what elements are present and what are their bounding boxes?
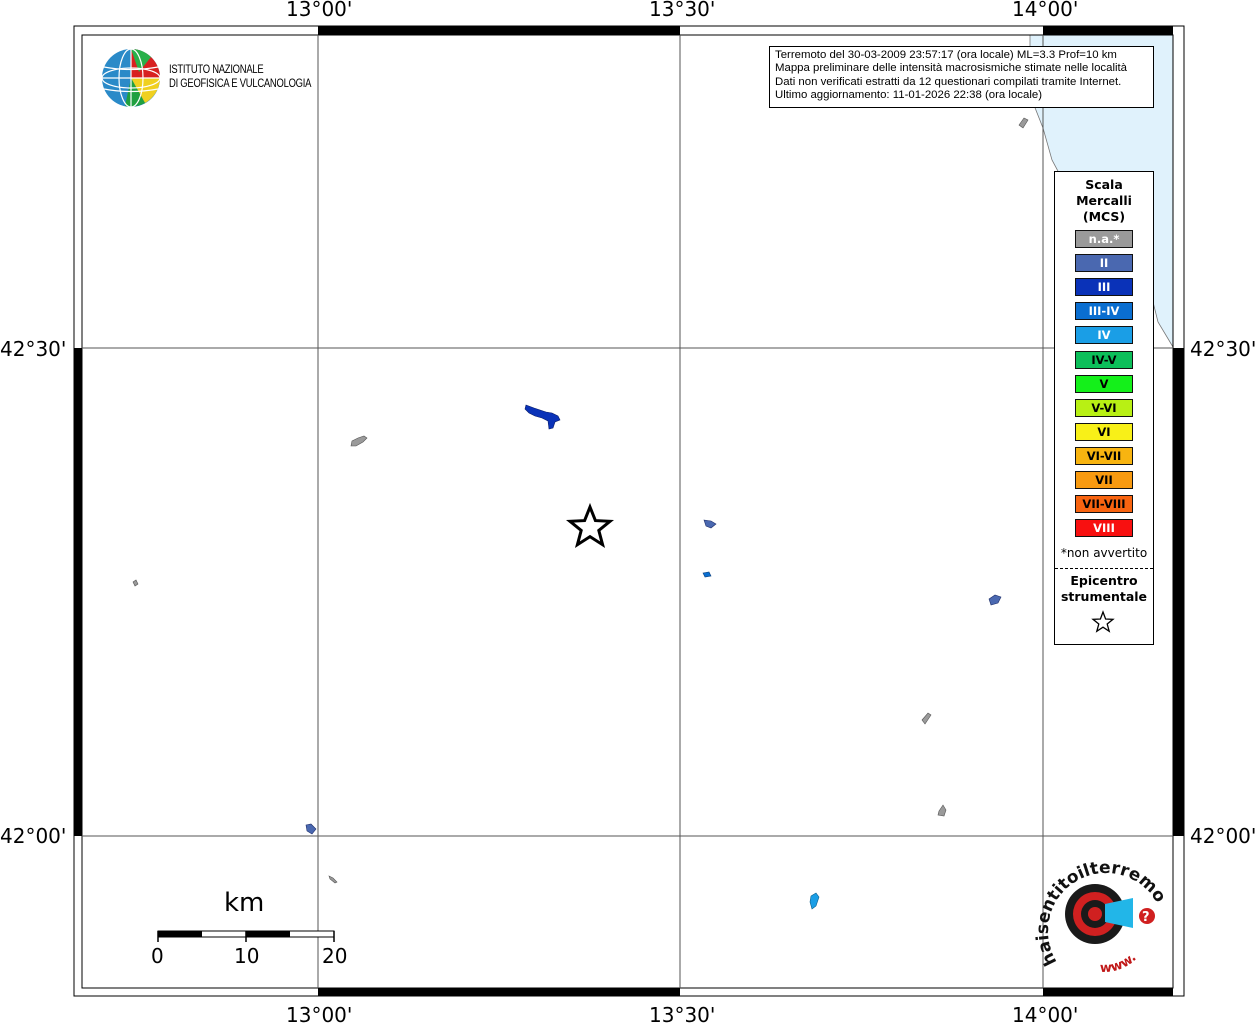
legend-title-line1: Scala (1085, 177, 1123, 192)
map-inner-border (81, 34, 1174, 989)
legend-epicenter-line1: Epicentro (1070, 573, 1138, 588)
frame-segment-bottom-2 (1043, 988, 1173, 996)
scale-bar-tick-10: 10 (234, 944, 260, 968)
event-info-line1: Terremoto del 30-03-2009 23:57:17 (ora l… (775, 49, 1117, 61)
frame-segment-top-2 (1043, 26, 1173, 35)
locality-area[interactable] (305, 823, 317, 835)
locality-area[interactable] (524, 404, 561, 430)
locality-area[interactable] (988, 594, 1002, 606)
scale-bar-tick-20: 20 (322, 944, 348, 968)
watermark-www: www. (1100, 950, 1140, 976)
legend-swatch: V (1075, 374, 1133, 393)
lat-label-left-4200: 42°00' (0, 824, 67, 848)
lat-label-left-4230: 42°30' (0, 337, 67, 361)
legend-swatch: VIII (1075, 519, 1133, 538)
legend-swatch: IV (1075, 326, 1133, 345)
scale-bar-title: km (224, 888, 265, 918)
lat-label-right-4200: 42°00' (1190, 824, 1256, 848)
legend-epicenter-label: Epicentro strumentale (1055, 573, 1153, 605)
scale-bar (157, 930, 335, 942)
lat-label-right-4230: 42°30' (1190, 337, 1256, 361)
locality-area[interactable] (921, 712, 932, 725)
haisentito-watermark: haisentitoilterremoto.it www. ? (1035, 850, 1165, 976)
lon-label-top-1330: 13°30' (649, 0, 716, 21)
legend-divider (1055, 568, 1153, 569)
ingv-org-line2: DI GEOFISICA E VULCANOLOGIA (169, 78, 312, 90)
locality-area[interactable] (350, 435, 368, 447)
legend-swatch: VI (1075, 422, 1133, 441)
legend-note: *non avvertito (1060, 546, 1148, 560)
locality-area[interactable] (937, 804, 947, 817)
legend-swatch: n.a.* (1075, 230, 1133, 248)
epicenter-star-icon[interactable] (566, 502, 614, 549)
legend-swatch: VI-VII (1075, 446, 1133, 465)
event-info-line2: Mappa preliminare delle intensità macros… (775, 62, 1128, 75)
legend-star-icon (1091, 610, 1115, 633)
legend-swatch: VII (1075, 471, 1133, 489)
legend-swatch: III-IV (1075, 302, 1133, 321)
legend-title-line2: Mercalli (1076, 193, 1132, 208)
locality-area[interactable] (703, 519, 717, 529)
scale-bar-tick-0: 0 (151, 944, 164, 968)
legend-title: Scala Mercalli (MCS) (1055, 177, 1153, 225)
event-info-box: Terremoto del 30-03-2009 23:57:17 (ora l… (769, 46, 1154, 108)
legend-epicenter-line2: strumentale (1060, 589, 1148, 604)
frame-segment-top-1 (318, 26, 680, 35)
event-info-line4: Ultimo aggiornamento: 11-01-2026 22:38 (… (775, 89, 1042, 102)
map-frame (73, 25, 1185, 997)
legend-swatch: III (1075, 278, 1133, 297)
legend-swatch: IV-V (1075, 350, 1133, 369)
lon-label-bottom-1330: 13°30' (649, 1003, 716, 1027)
lon-label-bottom-1300: 13°00' (286, 1003, 353, 1027)
lon-label-top-1400: 14°00' (1012, 0, 1079, 21)
ingv-org-name: ISTITUTO NAZIONALE DI GEOFISICA E VULCAN… (169, 63, 311, 91)
watermark-question-mark: ? (1142, 910, 1150, 925)
event-info-line3: Dati non verificati estratti da 12 quest… (775, 75, 1122, 88)
locality-area[interactable] (1018, 117, 1029, 129)
legend-title-line3: (MCS) (1082, 209, 1126, 224)
intensity-legend: Scala Mercalli (MCS) n.a.* II III III-IV IV I… (1054, 171, 1154, 645)
frame-segment-bottom-1 (318, 988, 680, 996)
frame-segment-right-1 (1173, 348, 1184, 836)
lon-label-top-1300: 13°00' (286, 0, 353, 21)
legend-swatch: VII-VIII (1075, 495, 1133, 514)
locality-area[interactable] (132, 579, 139, 587)
frame-segment-left-1 (74, 348, 82, 836)
legend-swatch: II (1075, 254, 1133, 273)
locality-area[interactable] (702, 571, 712, 578)
ingv-logo-icon (101, 48, 161, 108)
locality-area[interactable] (328, 875, 338, 884)
locality-area[interactable] (809, 892, 820, 910)
legend-swatch: V-VI (1075, 398, 1133, 417)
ingv-org-line1: ISTITUTO NAZIONALE (169, 64, 264, 76)
lon-label-bottom-1400: 14°00' (1012, 1003, 1079, 1027)
